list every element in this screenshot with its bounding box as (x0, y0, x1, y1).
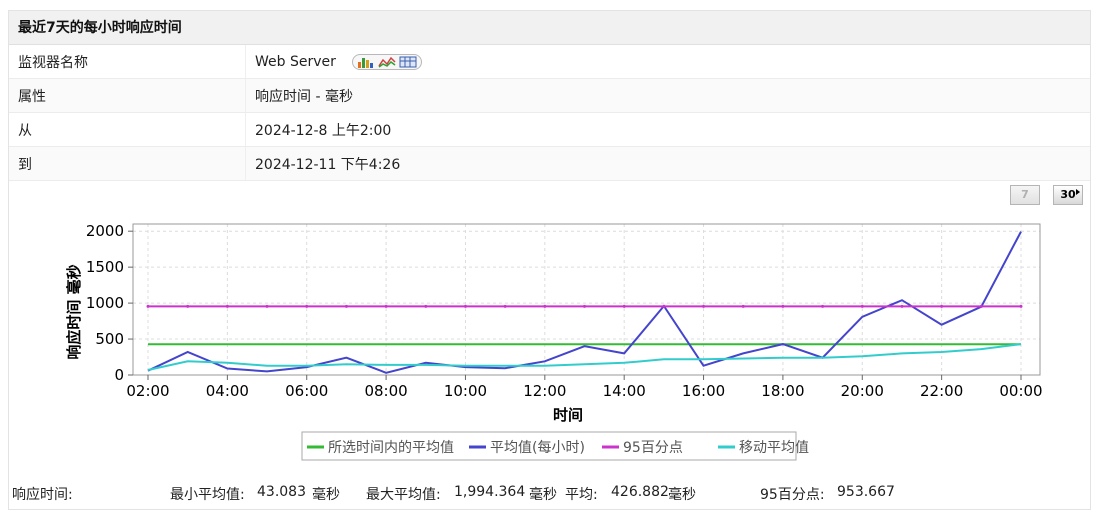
series-point (860, 304, 864, 308)
series-point (463, 304, 467, 308)
series-point (305, 304, 309, 308)
x-tick-label: 14:00 (603, 382, 646, 400)
series-point (225, 304, 229, 308)
max-avg-unit: 毫秒 (529, 487, 557, 503)
response-time-chart: 0 500 1000 1500 2000 02:00 04:00 06:00 08:00 10:0… (65, 222, 1043, 461)
x-tick-label: 02:00 (126, 382, 169, 400)
series-point (384, 304, 388, 308)
summary-label: 响应时间: (12, 487, 73, 503)
legend-label: 平均值(每小时) (490, 440, 585, 456)
chart-series (146, 231, 1023, 374)
chart-axes: 0 500 1000 1500 2000 02:00 04:00 06:00 08:00 10:0… (86, 222, 1043, 400)
x-tick-label: 00:00 (999, 382, 1042, 400)
series-point (583, 304, 586, 308)
y-tick-label: 1000 (86, 294, 124, 312)
series-point (1019, 304, 1023, 308)
series-point (702, 304, 706, 308)
series-point (344, 304, 348, 308)
max-avg-value: 1,994.364 (454, 484, 526, 500)
series-point (781, 304, 785, 308)
x-tick-label: 18:00 (761, 382, 804, 400)
x-tick-label: 06:00 (285, 382, 328, 400)
x-tick-label: 20:00 (841, 382, 884, 400)
series-line (147, 343, 1022, 371)
series-point (186, 304, 190, 308)
series-line (147, 231, 1022, 374)
series-point (424, 304, 428, 308)
p95-label: 95百分点: (760, 487, 825, 503)
x-tick-label: 12:00 (523, 382, 566, 400)
x-tick-label: 16:00 (682, 382, 725, 400)
series-point (900, 304, 904, 308)
y-axis-title: 响应时间 毫秒 (65, 264, 83, 359)
x-axis-title: 时间 (553, 406, 583, 424)
y-tick-label: 0 (114, 366, 124, 384)
series-point (979, 304, 983, 308)
series-point (662, 304, 666, 308)
avg-label: 平均: (565, 487, 598, 503)
avg-value: 426.882 (611, 484, 669, 500)
x-tick-label: 10:00 (444, 382, 487, 400)
series-point (265, 304, 269, 308)
x-tick-label: 22:00 (920, 382, 963, 400)
series-point (821, 304, 825, 308)
series-point (940, 304, 944, 308)
series-point (503, 304, 507, 308)
series-point (622, 304, 626, 308)
series-point (543, 304, 547, 308)
y-tick-label: 2000 (86, 222, 124, 240)
max-avg-label: 最大平均值: (366, 487, 441, 503)
min-avg-label: 最小平均值: (170, 487, 245, 503)
legend-label: 95百分点 (623, 440, 683, 456)
p95-value: 953.667 (837, 484, 895, 500)
x-tick-label: 08:00 (364, 382, 407, 400)
legend-label: 所选时间内的平均值 (328, 440, 454, 456)
legend-label: 移动平均值 (739, 440, 809, 456)
series-point (741, 304, 745, 308)
y-tick-label: 500 (95, 330, 124, 348)
x-tick-label: 04:00 (206, 382, 249, 400)
avg-unit: 毫秒 (668, 487, 696, 503)
min-avg-value: 43.083 (257, 484, 306, 500)
min-avg-unit: 毫秒 (312, 487, 340, 503)
y-tick-label: 1500 (86, 258, 124, 276)
series-point (146, 304, 150, 308)
